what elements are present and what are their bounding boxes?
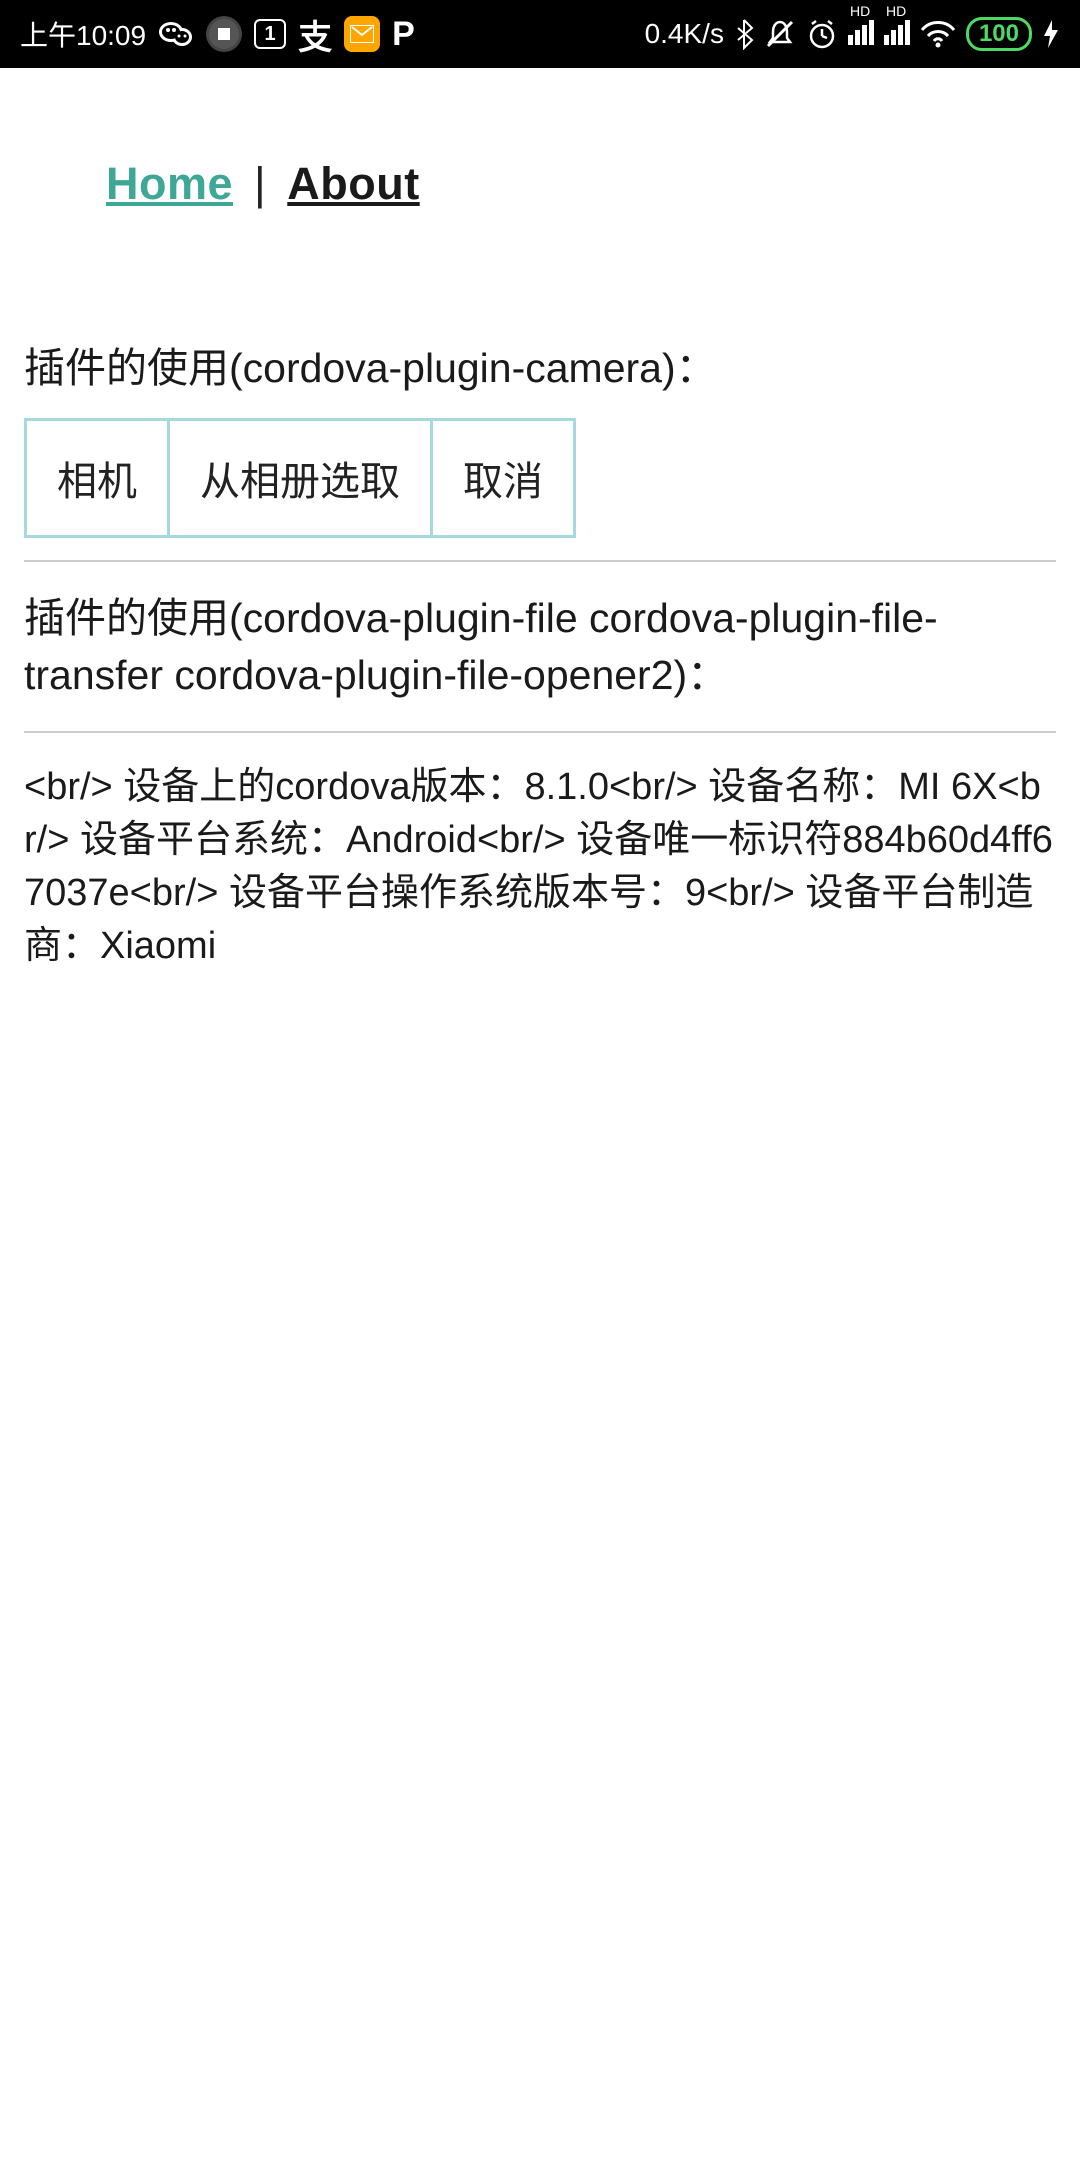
app-icon-2 — [206, 16, 242, 52]
gallery-button[interactable]: 从相册选取 — [167, 418, 433, 538]
about-link[interactable]: About — [287, 158, 419, 209]
section-camera-title: 插件的使用(cordova-plugin-camera)： — [24, 334, 1056, 394]
signal-2-icon: HD — [884, 17, 910, 52]
network-speed: 0.4K/s — [645, 18, 724, 50]
home-link[interactable]: Home — [106, 158, 233, 209]
mail-icon — [344, 16, 380, 52]
device-info-text: <br/> 设备上的cordova版本：8.1.0<br/> 设备名称：MI 6… — [24, 761, 1056, 974]
alarm-icon — [806, 18, 838, 50]
dnd-icon — [764, 18, 796, 50]
wifi-icon — [920, 20, 956, 48]
divider-1 — [24, 560, 1056, 562]
alipay-icon: 支 — [298, 10, 332, 59]
page-content: Home | About 插件的使用(cordova-plugin-camera… — [0, 68, 1080, 974]
divider-2 — [24, 731, 1056, 733]
status-time: 上午10:09 — [20, 14, 146, 54]
camera-button[interactable]: 相机 — [24, 418, 170, 538]
calendar-icon: 1 — [254, 19, 286, 49]
battery-indicator: 100 — [966, 17, 1032, 51]
p-icon: P — [392, 15, 415, 54]
cancel-button[interactable]: 取消 — [430, 418, 576, 538]
status-bar: 上午10:09 1 支 P 0.4K/s HD HD — [0, 0, 1080, 68]
wechat-icon — [158, 19, 194, 49]
charging-icon — [1042, 18, 1060, 50]
bluetooth-icon — [734, 18, 754, 50]
nav-separator: | — [254, 158, 266, 209]
status-left: 上午10:09 1 支 P — [20, 10, 415, 59]
camera-button-row: 相机 从相册选取 取消 — [24, 418, 1056, 538]
signal-1-icon: HD — [848, 17, 874, 52]
nav-row: Home | About — [24, 158, 1056, 210]
status-right: 0.4K/s HD HD 100 — [645, 17, 1060, 52]
section-file-title: 插件的使用(cordova-plugin-file cordova-plugin… — [24, 590, 1056, 705]
